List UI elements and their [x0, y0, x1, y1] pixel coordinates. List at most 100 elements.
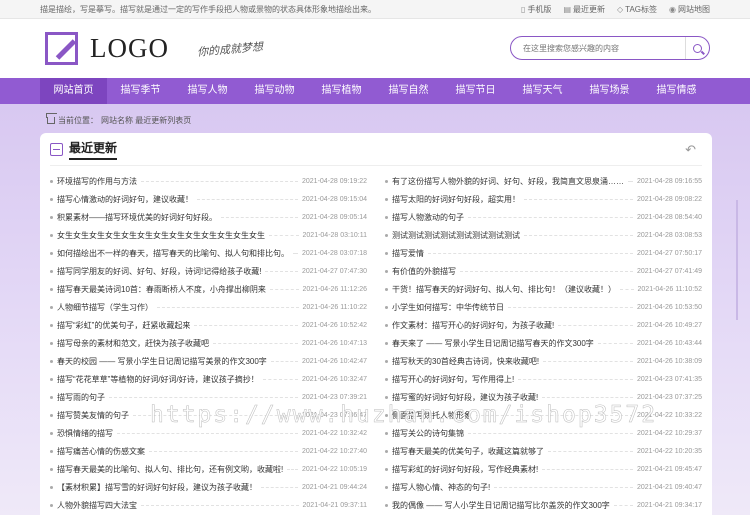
- nav-item-seasons[interactable]: 描写季节: [107, 78, 174, 104]
- dotted-leader: [117, 432, 298, 434]
- article-date: 2021-04-26 11:10:52: [637, 285, 702, 293]
- article-title[interactable]: 描写太阳的好词好句好段，超实用！: [392, 194, 520, 205]
- nav-item-scenes[interactable]: 描写场景: [576, 78, 643, 104]
- bullet-icon: [50, 305, 53, 309]
- article-title[interactable]: 描写彩虹的好词好句好段，写作经典素材!: [392, 464, 538, 475]
- breadcrumb-path[interactable]: 网站名称 最近更新列表页: [101, 115, 191, 126]
- nav-item-animals[interactable]: 描写动物: [241, 78, 308, 104]
- list-item: 描写“花花草草”等植物的好词/好词/好诗，建议孩子摘抄！ 2021-04-26 1…: [50, 370, 367, 388]
- list-item: 描写人物激动的句子 2021-04-28 08:54:40: [385, 208, 702, 226]
- article-title[interactable]: 描写开心的好词好句，写作用得上!: [392, 374, 514, 385]
- nav-item-nature[interactable]: 描写自然: [375, 78, 442, 104]
- article-title[interactable]: 干货！描写春天的好词好句、拟人句、排比句！（建议收藏！）: [392, 284, 616, 295]
- list-item: 描写彩虹的好词好句好段，写作经典素材! 2021-04-21 09:45:47: [385, 460, 702, 478]
- article-title[interactable]: 环境描写的作用与方法: [57, 176, 137, 187]
- article-title[interactable]: 描写赞美友情的句子: [57, 410, 129, 421]
- article-title[interactable]: 恐惧情绪的描写: [57, 428, 113, 439]
- dotted-leader: [620, 288, 634, 290]
- bullet-icon: [385, 197, 388, 201]
- dotted-leader: [221, 216, 298, 218]
- dotted-leader: [109, 396, 298, 398]
- main-nav: 网站首页 描写季节 描写人物 描写动物 描写植物 描写自然 描写节日 描写天气 …: [0, 78, 750, 104]
- article-title[interactable]: 有了这份描写人物外貌的好词、好句、好段，我简直文思泉涌……: [392, 176, 624, 187]
- logo-icon[interactable]: [45, 32, 78, 65]
- article-title[interactable]: 描写春天最美诗词10首：春雨断桥人不度，小舟撑出柳阴来: [57, 284, 266, 295]
- slogan: 你的成就梦想: [196, 39, 264, 59]
- bullet-icon: [385, 341, 388, 345]
- article-title[interactable]: 春天的校园 —— 写景小学生日记周记描写美景的作文300字: [57, 356, 267, 367]
- bullet-icon: [385, 251, 388, 255]
- nav-item-emotions[interactable]: 描写情感: [643, 78, 710, 104]
- article-title[interactable]: 【素材积累】描写雪的好词好句好段，建议为孩子收藏！: [57, 482, 257, 493]
- article-title[interactable]: 人物细节描写（学生习作）: [57, 302, 153, 313]
- windmill-decoration: [736, 200, 738, 320]
- article-title[interactable]: 描写关公的诗句集锦: [392, 428, 464, 439]
- mobile-link[interactable]: ▯ 手机版: [521, 4, 551, 15]
- article-date: 2021-04-28 03:10:11: [302, 231, 367, 239]
- article-title[interactable]: 描写秋天的30首经典古诗词，快来收藏吧!: [392, 356, 539, 367]
- bullet-icon: [385, 305, 388, 309]
- back-icon[interactable]: ↶: [685, 142, 696, 158]
- article-title[interactable]: 作文素材：描写开心的好词好句，为孩子收藏!: [392, 320, 554, 331]
- article-title[interactable]: 积累素材——描写环境优美的好词好句好段。: [57, 212, 217, 223]
- search-input[interactable]: [523, 43, 685, 53]
- list-item: 人物细节描写（学生习作） 2021-04-26 11:10:22: [50, 298, 367, 316]
- article-title[interactable]: 描写“花花草草”等植物的好词/好词/好诗，建议孩子摘抄！: [57, 374, 259, 385]
- bullet-icon: [50, 197, 53, 201]
- article-date: 2021-04-21 09:37:11: [302, 501, 367, 509]
- article-date: 2021-04-26 10:49:27: [637, 321, 702, 329]
- article-title[interactable]: 描写心情激动的好词好句，建议收藏！: [57, 194, 193, 205]
- article-title[interactable]: 描写雨的句子: [57, 392, 105, 403]
- article-title[interactable]: 描写春天最美的优美句子，收藏这篇就够了: [392, 446, 544, 457]
- sitemap-link[interactable]: ◉ 网站地图: [669, 4, 710, 15]
- list-item: 春天来了 —— 写景小学生日记周记描写春天的作文300字 2021-04-26 1…: [385, 334, 702, 352]
- article-title[interactable]: 描写人物心情、神态的句子!: [392, 482, 490, 493]
- nav-item-plants[interactable]: 描写植物: [308, 78, 375, 104]
- list-item: 如何描绘出不一样的春天，描写春天的比喻句、拟人句和排比句。 2021-04-28 …: [50, 244, 367, 262]
- article-title[interactable]: 春天来了 —— 写景小学生日记周记描写春天的作文300字: [392, 338, 594, 349]
- list-item: 描写春天最美诗词10首：春雨断桥人不度，小舟撑出柳阴来 2021-04-26 11…: [50, 280, 367, 298]
- logo-text[interactable]: LOGO: [90, 33, 169, 64]
- list-item: 描写爱情 2021-04-27 07:50:17: [385, 244, 702, 262]
- bullet-icon: [50, 287, 53, 291]
- article-title[interactable]: 描写蜜的好词好句好段，建议为孩子收藏!: [392, 392, 538, 403]
- nav-item-weather[interactable]: 描写天气: [509, 78, 576, 104]
- article-date: 2021-04-26 11:10:22: [302, 303, 367, 311]
- list-item: 小学生如何描写：中华传统节日 2021-04-26 10:53:50: [385, 298, 702, 316]
- dotted-leader: [460, 270, 633, 272]
- article-title[interactable]: 小学生如何描写：中华传统节日: [392, 302, 504, 313]
- search-box: [510, 36, 710, 60]
- bullet-icon: [50, 233, 53, 237]
- list-item: 春天的校园 —— 写景小学生日记周记描写美景的作文300字 2021-04-26 …: [50, 352, 367, 370]
- article-title[interactable]: 测试测试测试测试测试测试测试测试: [392, 230, 520, 241]
- article-title[interactable]: 描写“彩虹”的优美句子，赶紧收藏起来: [57, 320, 190, 331]
- recent-link[interactable]: ▤ 最近更新: [563, 4, 605, 15]
- search-button[interactable]: [685, 37, 709, 59]
- tag-icon: ◇: [617, 4, 624, 14]
- article-date: 2021-04-21 09:44:24: [302, 483, 367, 491]
- article-title[interactable]: 描写同学朋友的好词、好句、好段，诗词!记得给孩子收藏!: [57, 266, 261, 277]
- bullet-icon: [385, 467, 388, 471]
- nav-item-festivals[interactable]: 描写节日: [442, 78, 509, 104]
- bullet-icon: [50, 431, 53, 435]
- article-title[interactable]: 描写春天最美的比喻句、拟人句、排比句，还有例文哟，收藏啦!: [57, 464, 283, 475]
- article-title[interactable]: 人物外貌描写四大法宝: [57, 500, 137, 511]
- dotted-leader: [270, 360, 298, 362]
- tag-link[interactable]: ◇ TAG标签: [617, 4, 657, 15]
- list-item: 环境描写的作用与方法 2021-04-28 09:19:22: [50, 172, 367, 190]
- article-title[interactable]: 描写母亲的素材和范文，赶快为孩子收藏吧: [57, 338, 209, 349]
- bullet-icon: [385, 485, 388, 489]
- article-title[interactable]: 女生女生女生女生女生女生女生女生女生女生女生女生女生: [57, 230, 265, 241]
- dotted-leader: [428, 252, 633, 254]
- article-date: 2021-04-28 03:07:18: [302, 249, 367, 257]
- dotted-leader: [293, 252, 298, 254]
- article-title[interactable]: 我的偶像 —— 写人小学生日记周记描写比尔盖茨的作文300字: [392, 500, 610, 511]
- nav-item-home[interactable]: 网站首页: [40, 78, 107, 104]
- top-notice: 描是描绘，写是摹写。描写就是通过一定的写作手段把人物或景物的状态具体形象地描绘出…: [40, 4, 376, 14]
- nav-item-people[interactable]: 描写人物: [174, 78, 241, 104]
- article-title[interactable]: 有价值的外貌描写: [392, 266, 456, 277]
- article-title[interactable]: 如何描绘出不一样的春天，描写春天的比喻句、拟人句和排比句。: [57, 248, 289, 259]
- article-title[interactable]: 描写爱情: [392, 248, 424, 259]
- article-title[interactable]: 描写痛苦心情的伤感文案: [57, 446, 145, 457]
- article-title[interactable]: 描写人物激动的句子: [392, 212, 464, 223]
